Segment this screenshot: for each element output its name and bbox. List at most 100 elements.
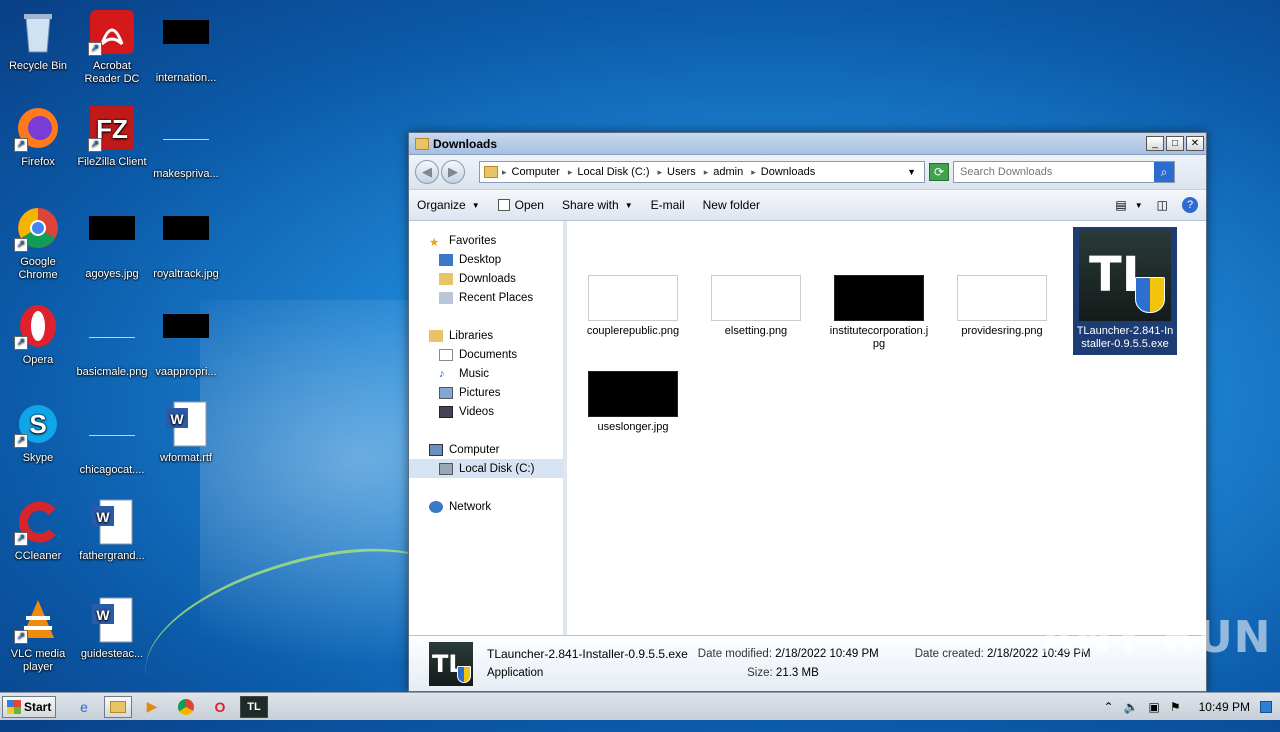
shortcut-arrow-icon: ↗ <box>14 630 28 644</box>
shortcut-arrow-icon: ↗ <box>14 138 28 152</box>
desktop-icon-chicagocat[interactable]: chicagocat.... <box>74 400 150 477</box>
file-item[interactable]: providesring.png <box>950 275 1054 338</box>
new-folder-button[interactable]: New folder <box>703 198 760 212</box>
desktop-icon-label: VLC media player <box>0 648 76 674</box>
nav-music[interactable]: ♪Music <box>409 364 563 383</box>
breadcrumb-local-disk[interactable]: Local Disk (C:) <box>577 166 649 178</box>
organize-menu[interactable]: Organize▼ <box>417 198 480 212</box>
refresh-button[interactable]: ⟳ <box>929 163 949 181</box>
file-list: couplerepublic.png elsetting.png institu… <box>567 221 1206 635</box>
desktop-icon-firefox[interactable]: ↗ Firefox <box>0 104 76 169</box>
file-item[interactable]: couplerepublic.png <box>581 275 685 338</box>
nav-desktop[interactable]: Desktop <box>409 250 563 269</box>
window-titlebar[interactable]: Downloads _ □ ✕ <box>409 133 1206 155</box>
chevron-right-icon[interactable]: ▸ <box>751 167 756 178</box>
uac-shield-icon <box>457 666 471 683</box>
address-bar[interactable]: ▸ Computer ▸ Local Disk (C:) ▸ Users ▸ a… <box>479 161 925 183</box>
desktop-icon-vlc[interactable]: ↗ VLC media player <box>0 596 76 674</box>
preview-pane-icon[interactable]: ◫ <box>1157 198 1168 212</box>
action-center-flag-icon[interactable]: ⚑ <box>1170 700 1181 714</box>
search-input[interactable] <box>954 162 1154 182</box>
desktop-icon-agoyes[interactable]: agoyes.jpg <box>74 204 150 281</box>
anyrun-watermark: ANY RUN <box>1040 612 1272 663</box>
image-thumbnail <box>834 275 924 321</box>
help-icon[interactable]: ? <box>1182 197 1198 213</box>
tlauncher-icon: TL <box>1079 229 1171 321</box>
desktop-icon-opera[interactable]: ↗ Opera <box>0 302 76 367</box>
desktop-icon-vaappropri[interactable]: vaappropri... <box>148 302 224 379</box>
desktop-icon-basicmale[interactable]: basicmale.png <box>74 302 150 379</box>
start-button[interactable]: Start <box>2 696 56 718</box>
start-label: Start <box>24 700 51 714</box>
desktop-icon-internation[interactable]: internation... <box>148 8 224 85</box>
file-item[interactable]: institutecorporation.jpg <box>827 275 931 351</box>
nav-favorites[interactable]: ★Favorites <box>409 231 563 250</box>
email-button[interactable]: E-mail <box>651 198 685 212</box>
desktop-icon-makespriva[interactable]: makespriva... <box>148 104 224 181</box>
desktop-icon-ccleaner[interactable]: ↗ CCleaner <box>0 498 76 563</box>
back-button[interactable]: ◀ <box>415 160 439 184</box>
breadcrumb-computer[interactable]: Computer <box>512 166 560 178</box>
desktop-icon-label: agoyes.jpg <box>74 268 150 281</box>
nav-computer[interactable]: Computer <box>409 440 563 459</box>
file-name: elsetting.png <box>704 325 808 338</box>
nav-videos[interactable]: Videos <box>409 402 563 421</box>
chevron-right-icon[interactable]: ▸ <box>568 167 573 178</box>
breadcrumb-users[interactable]: Users <box>667 166 696 178</box>
tlauncher-taskbar-icon[interactable]: TL <box>240 696 268 718</box>
opera-taskbar-icon[interactable]: O <box>206 696 234 718</box>
nav-documents[interactable]: Documents <box>409 345 563 364</box>
share-with-menu[interactable]: Share with▼ <box>562 198 633 212</box>
breadcrumb-admin[interactable]: admin <box>713 166 743 178</box>
file-name: TLauncher-2.841-Installer-0.9.5.5.exe <box>1075 325 1175 351</box>
desktop-icon-acrobat[interactable]: ↗ Acrobat Reader DC <box>74 8 150 86</box>
volume-icon[interactable]: 🔈 <box>1124 700 1139 714</box>
desktop-icon-wformat[interactable]: W wformat.rtf <box>148 400 224 465</box>
computer-icon <box>429 444 443 456</box>
nav-label: Music <box>459 368 489 380</box>
desktop-icon-chrome[interactable]: ↗ Google Chrome <box>0 204 76 282</box>
desktop-icon-recycle-bin[interactable]: Recycle Bin <box>0 8 76 73</box>
internet-explorer-icon[interactable]: e <box>70 696 98 718</box>
chevron-down-icon[interactable]: ▼ <box>1135 201 1143 210</box>
close-button[interactable]: ✕ <box>1186 136 1204 151</box>
file-item[interactable]: useslonger.jpg <box>581 371 685 434</box>
details-file-type: Application <box>487 664 688 683</box>
nav-libraries[interactable]: Libraries <box>409 326 563 345</box>
show-hidden-icons-icon[interactable]: ⌃ <box>1104 700 1114 714</box>
network-tray-icon[interactable]: ▣ <box>1149 700 1160 714</box>
nav-network[interactable]: Network <box>409 497 563 516</box>
nav-downloads[interactable]: Downloads <box>409 269 563 288</box>
desktop-icon-guidesteac[interactable]: W guidesteac... <box>74 596 150 661</box>
explorer-taskbar-icon[interactable] <box>104 696 132 718</box>
open-button[interactable]: Open <box>498 198 544 212</box>
minimize-button[interactable]: _ <box>1146 136 1164 151</box>
shortcut-arrow-icon: ↗ <box>88 138 102 152</box>
svg-text:W: W <box>170 411 184 427</box>
media-player-icon[interactable]: ▶ <box>138 696 166 718</box>
chevron-right-icon[interactable]: ▸ <box>657 167 662 178</box>
view-options-icon[interactable]: ▤ <box>1115 198 1126 212</box>
nav-local-disk[interactable]: Local Disk (C:) <box>409 459 563 478</box>
desktop-icon-filezilla[interactable]: FZ ↗ FileZilla Client <box>74 104 150 169</box>
nav-pictures[interactable]: Pictures <box>409 383 563 402</box>
breadcrumb-downloads[interactable]: Downloads <box>761 166 815 178</box>
file-item-selected[interactable]: TL TLauncher-2.841-Installer-0.9.5.5.exe <box>1073 227 1177 355</box>
desktop-icon-fathergrand[interactable]: W fathergrand... <box>74 498 150 563</box>
maximize-button[interactable]: □ <box>1166 136 1184 151</box>
chrome-taskbar-icon[interactable] <box>172 696 200 718</box>
show-desktop-button[interactable] <box>1260 701 1272 713</box>
image-file-icon <box>88 314 136 362</box>
nav-label: Recent Places <box>459 292 533 304</box>
search-icon[interactable]: ⌕ <box>1154 162 1174 182</box>
nav-recent-places[interactable]: Recent Places <box>409 288 563 307</box>
chevron-right-icon[interactable]: ▸ <box>704 167 709 178</box>
chevron-down-icon[interactable]: ▼ <box>907 167 916 177</box>
desktop-icon-skype[interactable]: S ↗ Skype <box>0 400 76 465</box>
desktop-icon-label: Opera <box>0 354 76 367</box>
clock[interactable]: 10:49 PM <box>1199 700 1250 714</box>
file-item[interactable]: elsetting.png <box>704 275 808 338</box>
desktop-icon-royaltrack[interactable]: royaltrack.jpg <box>148 204 224 281</box>
chevron-right-icon[interactable]: ▸ <box>502 167 507 178</box>
forward-button[interactable]: ▶ <box>441 160 465 184</box>
